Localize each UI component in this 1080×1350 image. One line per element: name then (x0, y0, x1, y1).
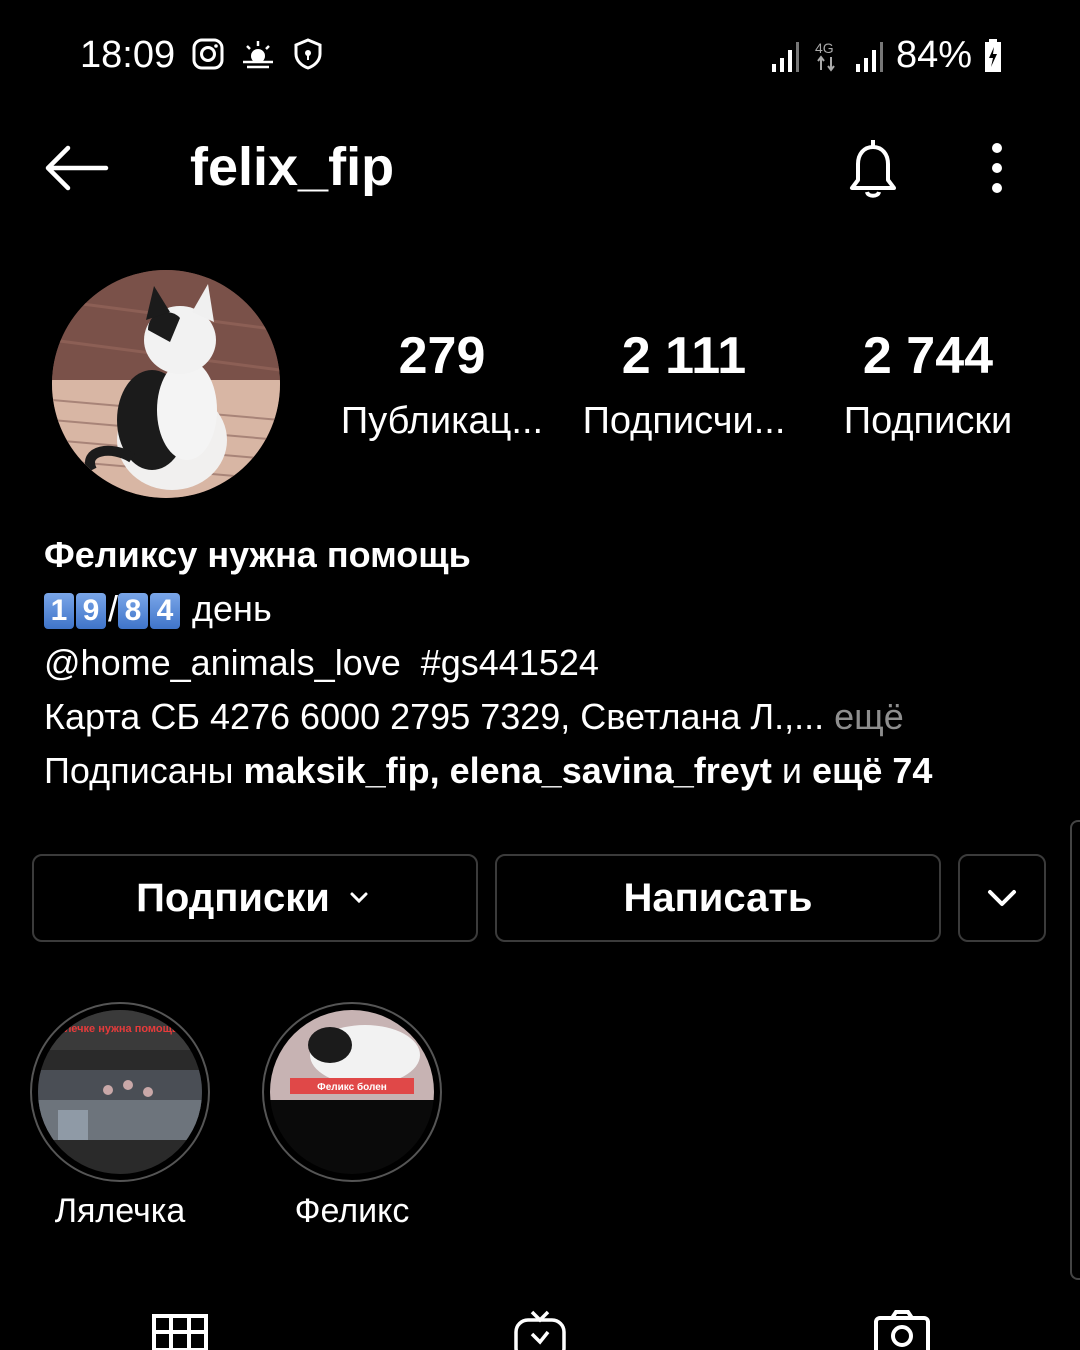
keycap-digit: 1 (44, 593, 74, 630)
followers-label: Подписчи... (582, 400, 786, 442)
profile-header: felix_fip (0, 120, 1080, 220)
instagram-notification-icon (192, 38, 224, 70)
keycap-digit: 8 (118, 593, 149, 630)
highlight-cover-text: Феликс болен (317, 1081, 387, 1093)
profile-username: felix_fip (190, 137, 395, 197)
followed-by-names[interactable]: maksik_fip, elena_savina_freyt (244, 750, 772, 791)
avatar-cat-image (52, 270, 280, 498)
signal-icon (771, 41, 799, 72)
story-highlight[interactable]: Лялечке нужна помощь!!! Лялечка (30, 1002, 210, 1231)
weather-icon (243, 41, 273, 69)
keycap-digit: 9 (76, 593, 106, 630)
highlight-ring: Феликс болен (262, 1002, 442, 1182)
tagged-tab-icon[interactable] (872, 1308, 932, 1350)
chevron-down-icon (988, 890, 1016, 906)
day-separator: / (108, 588, 119, 629)
bio-day-counter: 1 9/8 4 день (44, 582, 1044, 636)
svg-text:4G: 4G (815, 40, 834, 56)
keycap-digit: 4 (150, 593, 181, 630)
highlight-cover: Феликс болен (270, 1010, 434, 1174)
message-button[interactable]: Написать (495, 854, 941, 942)
posts-label: Публикац... (340, 400, 544, 442)
bio-card-line: Карта СБ 4276 6000 2795 7329, Светлана Л… (44, 690, 1044, 744)
following-stat[interactable]: 2 744 Подписки (808, 325, 1048, 449)
profile-bio: Феликсу нужна помощь 1 9/8 4 день @home_an… (44, 528, 1044, 798)
bio-card-text: Карта СБ 4276 6000 2795 7329, Светлана Л… (44, 696, 825, 737)
status-icons-right: 4G 84% (770, 34, 1002, 77)
highlight-cover-image: Лялечке нужна помощь!!! (38, 1010, 202, 1174)
bio-more-link[interactable]: ещё (834, 696, 904, 737)
scrollbar[interactable] (1070, 820, 1080, 1280)
highlight-cover-text: Лялечке нужна помощь!!! (50, 1023, 189, 1035)
highlight-ring: Лялечке нужна помощь!!! (30, 1002, 210, 1182)
following-label: Подписки (843, 400, 1013, 442)
network-4g-icon: 4G (815, 40, 835, 72)
shield-icon (294, 38, 322, 70)
posts-stat[interactable]: 279 Публикац... (322, 325, 562, 449)
highlight-label: Лялечка (54, 1192, 186, 1230)
status-icons-left (190, 36, 326, 72)
profile-screen: 18:09 4G 84% felix_fip 279 Публикац... 2… (0, 0, 1080, 1350)
more-options-icon[interactable] (972, 138, 1022, 202)
followed-by-more[interactable]: ещё 74 (812, 750, 932, 791)
highlight-label: Феликс (294, 1192, 410, 1230)
followed-by-and: и (781, 750, 802, 791)
signal-2-icon (855, 41, 883, 72)
following-button-label: Подписки (136, 875, 330, 920)
following-count: 2 744 (862, 327, 994, 385)
notification-bell-icon[interactable] (838, 134, 908, 204)
followed-by-prefix: Подписаны (44, 750, 234, 791)
battery-percent: 84% (895, 34, 972, 76)
day-word: день (192, 588, 272, 629)
story-highlight[interactable]: Феликс болен Феликс (262, 1002, 442, 1231)
following-button[interactable]: Подписки (32, 854, 478, 942)
bio-mention-line[interactable]: @home_animals_love #gs441524 (44, 636, 1044, 690)
back-arrow-icon[interactable] (40, 140, 110, 196)
message-button-label: Написать (623, 875, 813, 920)
chevron-down-icon (350, 892, 368, 904)
profile-avatar[interactable] (52, 270, 280, 498)
bio-name: Феликсу нужна помощь (44, 534, 471, 575)
status-bar: 18:09 4G 84% (0, 0, 1080, 110)
highlight-cover: Лялечке нужна помощь!!! (38, 1010, 202, 1174)
suggested-accounts-button[interactable] (958, 854, 1046, 942)
followers-count: 2 111 (621, 327, 747, 385)
battery-charging-icon (985, 38, 1001, 72)
status-time: 18:09 (80, 34, 176, 76)
followers-stat[interactable]: 2 111 Подписчи... (564, 325, 804, 449)
igtv-tab-icon[interactable] (510, 1308, 570, 1350)
profile-stats: 279 Публикац... 2 111 Подписчи... 2 744 … (320, 325, 1060, 455)
posts-count: 279 (398, 327, 486, 385)
followed-by-line[interactable]: Подписаны maksik_fip, elena_savina_freyt… (44, 744, 1044, 798)
highlight-cover-image: Феликс болен (270, 1010, 434, 1174)
grid-tab-icon[interactable] (150, 1308, 210, 1350)
